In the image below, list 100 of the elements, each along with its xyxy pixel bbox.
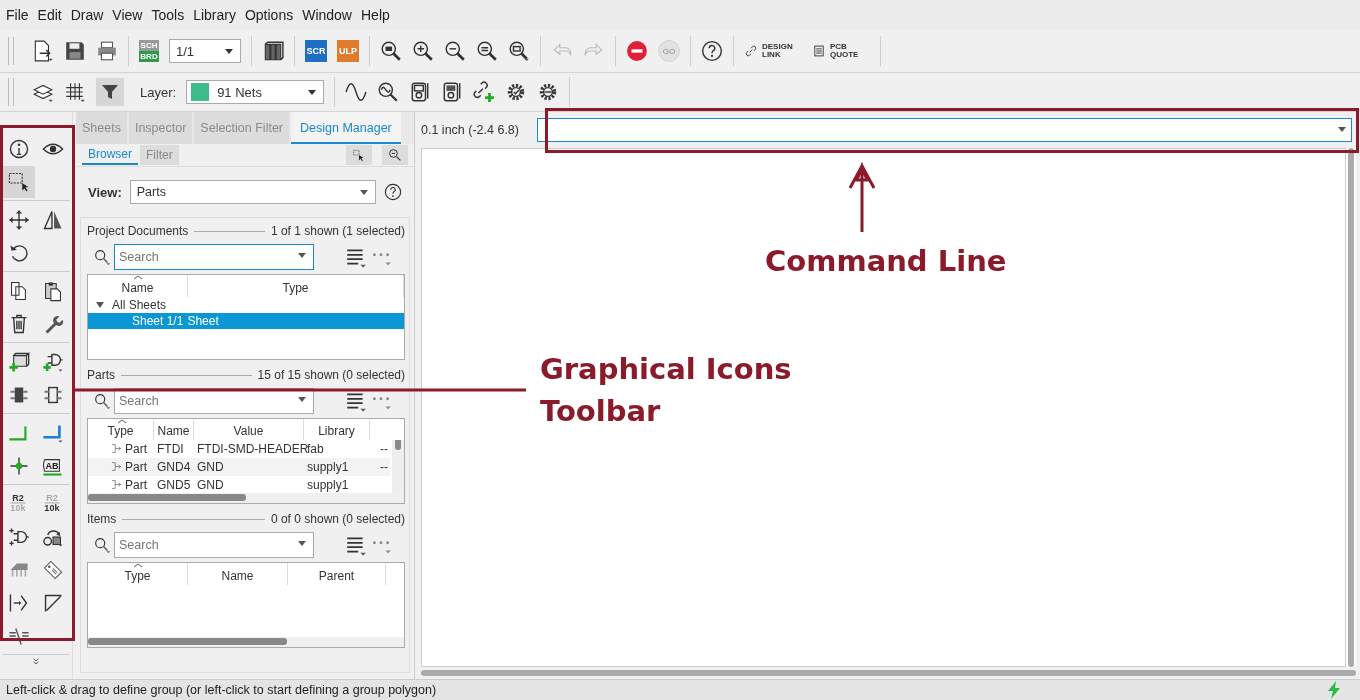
link-icon (744, 44, 758, 58)
menu-item[interactable]: File (2, 7, 34, 23)
column-header[interactable]: Parent (318, 569, 355, 583)
zoom-in-icon[interactable] (412, 40, 434, 62)
column-header[interactable]: Type (124, 569, 151, 583)
caret-icon (225, 49, 233, 54)
zoom-out-icon[interactable] (444, 40, 466, 62)
tree-item: Sheet 1/1 (132, 314, 184, 328)
part-icon (110, 442, 123, 456)
annotation-label: Graphical Icons Toolbar (540, 351, 793, 430)
menu-item[interactable]: Window (298, 7, 357, 23)
table-cell: GND (197, 459, 224, 474)
part-icon (110, 478, 123, 492)
coordinates-readout: 0.1 inch (-2.4 6.8) (421, 123, 519, 137)
view-label: View: (88, 184, 122, 200)
zoom-fit-icon[interactable] (380, 40, 402, 62)
section-count: 1 of 1 shown (1 selected) (270, 224, 405, 238)
zoom-area-icon[interactable] (508, 40, 530, 62)
menu-item[interactable]: Options (240, 7, 299, 23)
document-icon (812, 44, 826, 58)
annotation-label: Command Line (765, 243, 1007, 280)
table-cell: FTDI (157, 441, 184, 456)
menu-item[interactable]: Draw (66, 7, 109, 23)
menu-item[interactable]: Edit (33, 7, 67, 23)
table-cell: -- (380, 441, 388, 456)
search-icon[interactable] (93, 392, 111, 410)
view-dropdown[interactable]: Parts (129, 180, 376, 204)
filter-icon[interactable] (96, 78, 124, 106)
caret-icon (1338, 127, 1346, 132)
help-icon[interactable] (383, 183, 402, 201)
scrollbar-thumb[interactable] (421, 670, 1356, 676)
table-cell: GND5 (157, 477, 191, 492)
search-field[interactable]: Search (114, 244, 314, 270)
caret-icon (308, 90, 317, 95)
menu-item[interactable]: Tools (147, 7, 190, 23)
sine-wave-icon[interactable] (345, 81, 368, 103)
table-cell: Sheet (187, 314, 219, 328)
books-icon[interactable] (262, 40, 284, 62)
layer-dropdown[interactable]: 91 Nets (186, 80, 325, 104)
probe-icon[interactable] (377, 81, 400, 103)
select-icon[interactable] (3, 165, 35, 198)
column-header[interactable]: Type (282, 281, 309, 295)
section-title: Parts (87, 368, 115, 382)
table-cell: Part (125, 477, 147, 492)
script-button[interactable]: SCR (305, 40, 327, 62)
expand-triangle-icon[interactable] (96, 301, 104, 309)
panel-subtab[interactable]: Browser (82, 145, 138, 165)
sort-caret-icon (117, 419, 128, 424)
table-cell: -- (380, 459, 388, 474)
button-label: PCB QUOTE (830, 43, 860, 59)
status-text: Left-click & drag to define group (or left-click to start defining a group polygon) (6, 683, 437, 697)
section-count: 15 of 15 shown (0 selected) (257, 368, 405, 382)
table-cell: Part (125, 459, 147, 474)
save-icon[interactable] (64, 40, 86, 62)
table-cell: supply1 (307, 477, 349, 492)
grid-icon[interactable] (64, 81, 86, 103)
sheet-dropdown[interactable]: 1/1 (169, 39, 241, 63)
editor-switch-option[interactable]: BRD (139, 51, 159, 62)
layer-label: Layer: (140, 84, 177, 100)
zoom-icon[interactable] (382, 145, 408, 165)
search-field[interactable]: Search (114, 532, 314, 558)
column-header[interactable]: Name (221, 569, 254, 583)
column-header[interactable]: Library (318, 424, 355, 438)
search-icon[interactable] (93, 536, 111, 554)
scrollbar-thumb[interactable] (88, 638, 288, 645)
tree-item[interactable]: All Sheets (112, 298, 167, 312)
help-icon[interactable] (701, 40, 723, 62)
column-header[interactable]: Name (121, 281, 154, 295)
search-field[interactable]: Search (114, 388, 314, 414)
scrollbar-thumb[interactable] (88, 494, 246, 502)
search-icon[interactable] (93, 248, 111, 266)
section-title: Project Documents (87, 224, 189, 238)
column-header[interactable]: Name (157, 424, 190, 438)
table-cell: Part (125, 441, 147, 456)
pcb-quote-button[interactable]: PCB QUOTE (812, 43, 870, 59)
design-link-button[interactable]: DESIGN LINK (744, 43, 802, 59)
table-cell: GND (197, 477, 224, 492)
stop-icon[interactable] (626, 40, 648, 62)
print-icon[interactable] (96, 40, 118, 62)
select-icon[interactable] (346, 145, 372, 165)
panel-tab[interactable]: Design Manager (291, 112, 401, 144)
menu-item[interactable]: Help (357, 7, 395, 23)
sort-caret-icon (132, 563, 143, 568)
menu-item[interactable]: View (108, 7, 148, 23)
table-cell: GND4 (157, 459, 191, 474)
link-add-icon[interactable] (473, 81, 496, 103)
caret-icon (298, 253, 306, 258)
scrollbar-thumb[interactable] (1348, 148, 1354, 667)
sort-caret-icon (132, 275, 143, 280)
new-file-icon[interactable] (32, 40, 54, 62)
section-title: Items (87, 512, 117, 526)
zoom-select-icon[interactable] (476, 40, 498, 62)
section-count: 0 of 0 shown (0 selected) (270, 512, 405, 526)
command-line-field[interactable] (536, 118, 1352, 142)
caret-icon (298, 541, 306, 546)
caret-icon (298, 397, 306, 402)
column-header[interactable]: Value (233, 424, 264, 438)
column-header[interactable]: Type (107, 424, 134, 438)
menu-item[interactable]: Library (189, 7, 241, 23)
caret-icon (359, 190, 368, 195)
